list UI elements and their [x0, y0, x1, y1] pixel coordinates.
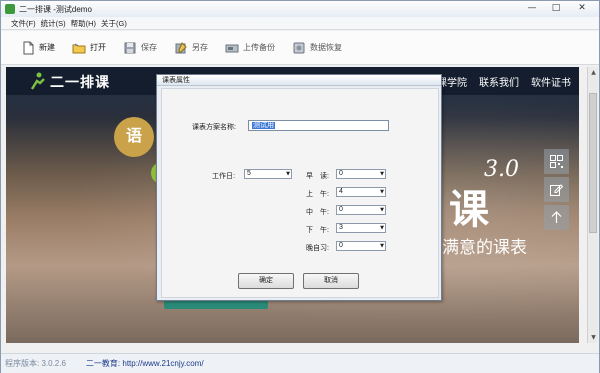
data-restore-icon [293, 42, 305, 53]
close-button[interactable]: ✕ [569, 2, 595, 14]
workdays-select[interactable]: 5 ▼ [244, 169, 292, 179]
save-label: 保存 [141, 43, 157, 52]
side-tools [544, 149, 569, 230]
qr-code-icon [550, 155, 563, 168]
forenoon-value: 4 [339, 188, 343, 195]
chevron-down-icon: ▼ [380, 207, 384, 213]
forenoon-label: 上 午: [306, 191, 329, 198]
ok-button[interactable]: 确定 [238, 273, 294, 289]
toolbar: 新建 打开 保存 另存 上传备份 数据恢复 [1, 31, 599, 65]
upload-backup-label: 上传备份 [243, 43, 275, 52]
chevron-down-icon: ▼ [286, 171, 290, 177]
data-restore-label: 数据恢复 [310, 43, 342, 52]
scroll-thumb[interactable] [589, 93, 597, 233]
afternoon-select[interactable]: 3 ▼ [336, 223, 386, 233]
name-label: 课表方案名称: [192, 124, 236, 131]
evening-study-value: 0 [339, 242, 343, 249]
chevron-down-icon: ▼ [380, 171, 384, 177]
menu-help[interactable]: 帮助(H) [71, 18, 96, 29]
save-as-icon [175, 41, 187, 53]
afternoon-value: 3 [339, 224, 343, 231]
edit-button[interactable] [544, 177, 569, 202]
menu-about[interactable]: 关于(G) [101, 18, 127, 29]
nav-link-certificate[interactable]: 软件证书 [531, 74, 571, 89]
main-window: 二一排课 -测试demo — □ ✕ 文件(F) 统计(S) 帮助(H) 关于(… [0, 0, 600, 373]
save-as-button[interactable]: 另存 [174, 41, 208, 55]
cancel-button[interactable]: 取消 [303, 273, 359, 289]
new-file-icon [23, 41, 34, 54]
workdays-label: 工作日: [212, 173, 235, 180]
menu-statistics[interactable]: 统计(S) [41, 18, 66, 29]
hero-heading: 课 [449, 188, 489, 232]
vertical-scrollbar[interactable]: ▲ ▼ [587, 67, 598, 343]
evening-study-select[interactable]: 0 ▼ [336, 241, 386, 251]
web-logo-text: 二一排课 [50, 74, 110, 90]
qr-code-button[interactable] [544, 149, 569, 174]
upload-backup-button[interactable]: 上传备份 [225, 41, 275, 55]
scheme-name-input[interactable]: 测试用 [248, 120, 389, 131]
save-button[interactable]: 保存 [123, 41, 157, 55]
noon-label: 中 午: [306, 209, 329, 216]
back-to-top-button[interactable] [544, 205, 569, 230]
new-label: 新建 [39, 43, 55, 52]
logo-icon [30, 72, 45, 90]
chevron-down-icon: ▼ [380, 243, 384, 249]
data-restore-button[interactable]: 数据恢复 [292, 41, 342, 55]
web-nav-links: 课学院 联系我们 软件证书 [437, 74, 571, 89]
dialog-title[interactable]: 课表属性 [157, 75, 441, 86]
hero-version: 3.0 [484, 157, 519, 182]
scroll-up-icon[interactable]: ▲ [588, 67, 599, 78]
evening-study-label: 晚自习: [306, 245, 329, 252]
morning-read-value: 0 [339, 170, 343, 177]
dialog-body: 课表方案名称: 测试用 工作日: 5 ▼ 早 读: 0 ▼ 上 午: 4 ▼ 中 午:… [161, 88, 439, 298]
maximize-button[interactable]: □ [545, 2, 567, 14]
window-title: 二一排课 -测试demo [19, 4, 92, 14]
new-button[interactable]: 新建 [21, 41, 55, 55]
open-button[interactable]: 打开 [72, 41, 106, 55]
nav-link-contact[interactable]: 联系我们 [479, 74, 519, 89]
window-controls: — □ ✕ [521, 2, 595, 14]
menu-bar: 文件(F) 统计(S) 帮助(H) 关于(G) [1, 17, 599, 30]
status-bar: 程序版本: 3.0.2.6 二一教育: http://www.21cnjy.co… [1, 353, 599, 373]
morning-read-select[interactable]: 0 ▼ [336, 169, 386, 179]
edit-icon [550, 184, 563, 196]
minimize-button[interactable]: — [521, 2, 543, 14]
open-folder-icon [72, 43, 86, 53]
scroll-down-icon[interactable]: ▼ [588, 332, 599, 343]
arrow-up-icon [551, 211, 562, 223]
afternoon-label: 下 午: [306, 227, 329, 234]
save-icon [124, 42, 136, 53]
open-label: 打开 [90, 43, 106, 52]
upload-backup-icon [225, 44, 239, 52]
save-as-label: 另存 [192, 43, 208, 52]
morning-read-label: 早 读: [306, 173, 329, 180]
chevron-down-icon: ▼ [380, 225, 384, 231]
schedule-properties-dialog: 课表属性 课表方案名称: 测试用 工作日: 5 ▼ 早 读: 0 ▼ 上 午: 4 ▼… [156, 74, 442, 301]
chevron-down-icon: ▼ [380, 189, 384, 195]
noon-value: 0 [339, 206, 343, 213]
subject-badge: 语 [114, 117, 154, 157]
scheme-name-value: 测试用 [252, 122, 275, 129]
menu-file[interactable]: 文件(F) [11, 18, 36, 29]
hero-subtitle: 满意的课表 [442, 238, 527, 257]
noon-select[interactable]: 0 ▼ [336, 205, 386, 215]
status-website-link[interactable]: 二一教育: http://www.21cnjy.com/ [86, 358, 204, 369]
title-bar[interactable]: 二一排课 -测试demo — □ ✕ [1, 1, 599, 17]
workdays-value: 5 [247, 170, 251, 177]
app-icon [5, 4, 15, 14]
status-version: 程序版本: 3.0.2.6 [5, 359, 66, 368]
forenoon-select[interactable]: 4 ▼ [336, 187, 386, 197]
